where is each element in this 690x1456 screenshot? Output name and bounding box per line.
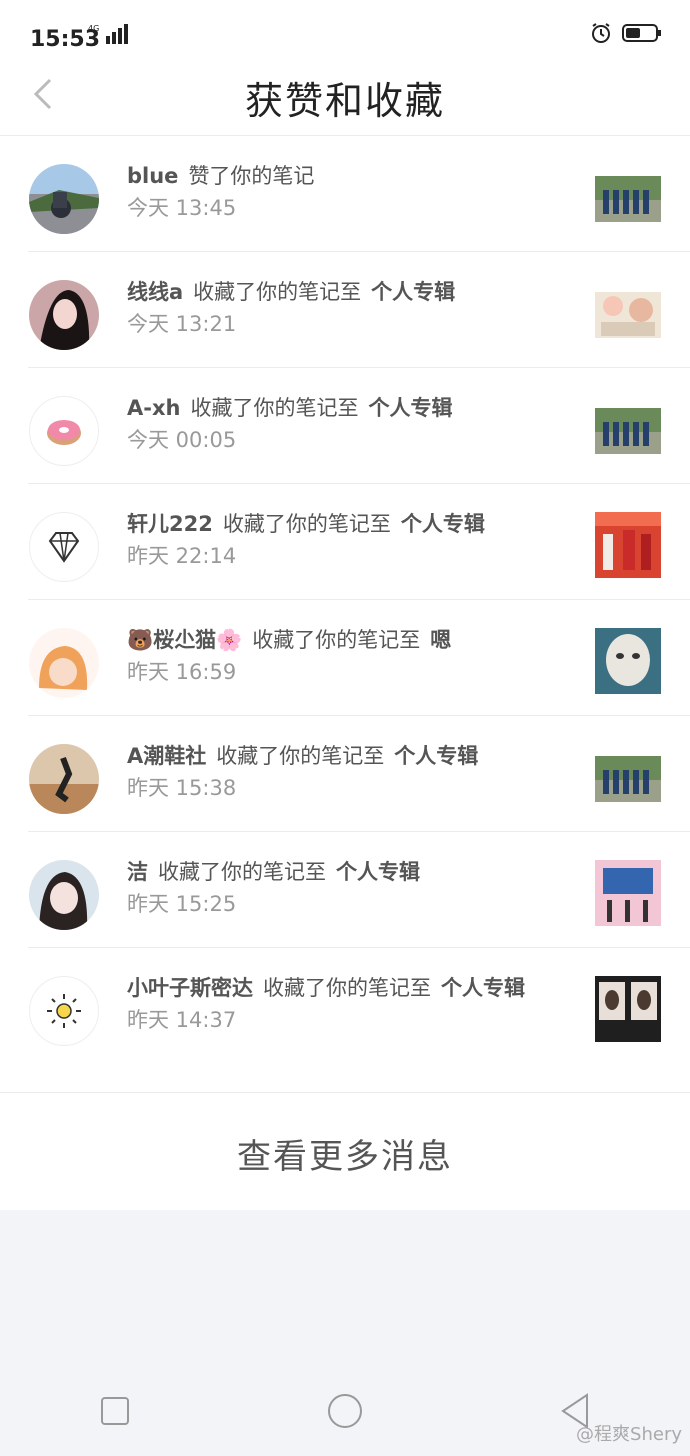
user-name[interactable]: 洁 <box>127 860 148 884</box>
item-time: 今天 13:21 <box>127 312 237 336</box>
user-name[interactable]: 线线a <box>127 280 183 304</box>
action-text: 赞了你的笔记 <box>188 164 315 188</box>
list-item[interactable]: 小叶子斯密达 收藏了你的笔记至 个人专辑 昨天 14:37 <box>0 948 690 1088</box>
list-item[interactable]: A潮鞋社 收藏了你的笔记至 个人专辑 昨天 15:38 <box>0 716 690 832</box>
album-name[interactable]: 嗯 <box>430 628 451 652</box>
action-text: 收藏了你的笔记至 <box>158 860 326 884</box>
item-time: 今天 13:45 <box>127 196 237 220</box>
item-time: 昨天 15:38 <box>127 776 237 800</box>
avatar[interactable] <box>29 628 99 698</box>
home-icon <box>328 1394 362 1428</box>
user-name[interactable]: 轩儿222 <box>127 512 213 536</box>
list-item[interactable]: blue 赞了你的笔记 今天 13:45 <box>0 136 690 252</box>
note-thumbnail[interactable] <box>595 860 661 926</box>
item-content: A潮鞋社 收藏了你的笔记至 个人专辑 昨天 15:38 <box>127 742 567 802</box>
user-name[interactable]: A潮鞋社 <box>127 744 206 768</box>
album-name[interactable]: 个人专辑 <box>368 396 452 420</box>
item-time: 昨天 16:59 <box>127 660 237 684</box>
note-thumbnail[interactable] <box>595 292 661 338</box>
item-content: A-xh 收藏了你的笔记至 个人专辑 今天 00:05 <box>127 394 567 454</box>
item-time: 今天 00:05 <box>127 428 237 452</box>
list-item[interactable]: 洁收藏了你的笔记至 个人专辑 昨天 15:25 <box>0 832 690 948</box>
recent-apps-icon <box>101 1397 129 1425</box>
list-item[interactable]: 线线a 收藏了你的笔记至 个人专辑 今天 13:21 <box>0 252 690 368</box>
avatar[interactable] <box>29 860 99 930</box>
album-name[interactable]: 个人专辑 <box>336 860 420 884</box>
view-more-label: 查看更多消息 <box>237 1137 453 1177</box>
item-content: blue 赞了你的笔记 今天 13:45 <box>127 162 567 222</box>
user-name[interactable]: 🐻桜尐猫🌸 <box>127 628 242 652</box>
page-title: 获赞和收藏 <box>244 79 445 123</box>
item-content: 线线a 收藏了你的笔记至 个人专辑 今天 13:21 <box>127 278 567 338</box>
user-name[interactable]: A-xh <box>127 396 180 420</box>
album-name[interactable]: 个人专辑 <box>441 976 525 1000</box>
note-thumbnail[interactable] <box>595 756 661 802</box>
diamond-icon <box>48 532 80 563</box>
donut-icon <box>47 420 81 445</box>
action-text: 收藏了你的笔记至 <box>190 396 359 420</box>
home-button[interactable] <box>325 1391 365 1431</box>
avatar[interactable] <box>29 280 99 350</box>
user-name[interactable]: 小叶子斯密达 <box>127 976 253 1000</box>
action-text: 收藏了你的笔记至 <box>263 976 431 1000</box>
alarm-icon <box>590 22 612 48</box>
list-item[interactable]: 🐻桜尐猫🌸 收藏了你的笔记至嗯 昨天 16:59 <box>0 600 690 716</box>
avatar[interactable] <box>29 512 99 582</box>
battery-icon <box>622 22 662 48</box>
album-name[interactable]: 个人专辑 <box>394 744 478 768</box>
album-name[interactable]: 个人专辑 <box>371 280 455 304</box>
header: 获赞和收藏 <box>0 60 690 136</box>
action-text: 收藏了你的笔记至 <box>216 744 385 768</box>
action-text: 收藏了你的笔记至 <box>252 628 421 652</box>
watermark: @程爽Shery <box>576 1424 682 1445</box>
avatar[interactable] <box>29 164 99 234</box>
item-content: 洁收藏了你的笔记至 个人专辑 昨天 15:25 <box>127 858 567 918</box>
note-thumbnail[interactable] <box>595 628 661 694</box>
note-thumbnail[interactable] <box>595 408 661 454</box>
item-content: 小叶子斯密达 收藏了你的笔记至 个人专辑 昨天 14:37 <box>127 974 547 1034</box>
svg-text:4G: 4G <box>88 24 99 33</box>
item-time: 昨天 15:25 <box>127 892 237 916</box>
sun-icon <box>47 994 81 1028</box>
action-text: 收藏了你的笔记至 <box>222 512 391 536</box>
recent-apps-button[interactable] <box>95 1391 135 1431</box>
signal-icon: 4G <box>88 22 128 46</box>
view-more-button[interactable]: 查看更多消息 <box>0 1092 690 1210</box>
note-thumbnail[interactable] <box>595 976 661 1042</box>
avatar[interactable] <box>29 744 99 814</box>
item-time: 昨天 14:37 <box>127 1008 237 1032</box>
list-item[interactable]: 轩儿222 收藏了你的笔记至 个人专辑 昨天 22:14 <box>0 484 690 600</box>
avatar[interactable] <box>29 396 99 466</box>
album-name[interactable]: 个人专辑 <box>401 512 485 536</box>
item-content: 🐻桜尐猫🌸 收藏了你的笔记至嗯 昨天 16:59 <box>127 626 567 686</box>
item-time: 昨天 22:14 <box>127 544 237 568</box>
note-thumbnail[interactable] <box>595 176 661 222</box>
item-content: 轩儿222 收藏了你的笔记至 个人专辑 昨天 22:14 <box>127 510 567 570</box>
note-thumbnail[interactable] <box>595 512 661 578</box>
avatar[interactable] <box>29 976 99 1046</box>
list-item[interactable]: A-xh 收藏了你的笔记至 个人专辑 今天 00:05 <box>0 368 690 484</box>
notification-list: blue 赞了你的笔记 今天 13:45 线线a 收藏了你的笔记至 个人专辑 今… <box>0 136 690 1088</box>
action-text: 收藏了你的笔记至 <box>193 280 362 304</box>
user-name[interactable]: blue <box>127 164 178 188</box>
status-right <box>590 22 662 48</box>
